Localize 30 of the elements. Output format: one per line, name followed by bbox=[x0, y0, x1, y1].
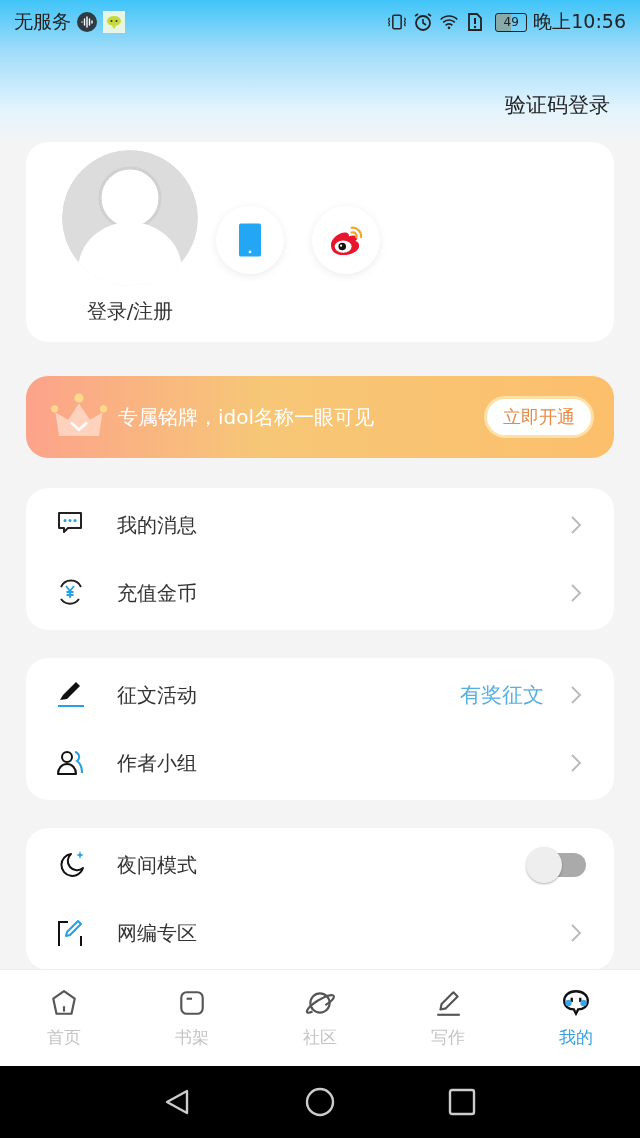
menu-item[interactable]: 我的消息 bbox=[26, 491, 614, 559]
recents-square-icon[interactable] bbox=[447, 1087, 477, 1117]
battery-indicator: 49 bbox=[495, 12, 528, 32]
login-register-link[interactable]: 登录/注册 bbox=[86, 298, 174, 325]
phone-icon bbox=[239, 223, 261, 257]
sms-login-link[interactable]: 验证码登录 bbox=[505, 91, 610, 119]
wifi-icon bbox=[439, 12, 460, 32]
menu-item[interactable]: 充值金币 bbox=[26, 559, 614, 627]
vibrate-icon bbox=[387, 12, 408, 32]
chevron-right-icon bbox=[570, 583, 582, 603]
carrier-text: 无服务 bbox=[14, 9, 71, 34]
toggle-switch[interactable] bbox=[524, 845, 588, 885]
home-icon bbox=[49, 987, 79, 1018]
menu-item[interactable]: 夜间模式 bbox=[26, 831, 614, 899]
chat-face-icon bbox=[561, 987, 591, 1018]
voice-wave-icon bbox=[77, 12, 97, 32]
chevron-right-icon bbox=[570, 515, 582, 535]
banner-text: 专属铭牌，idol名称一眼可见 bbox=[118, 403, 376, 431]
chevron-right-icon bbox=[570, 685, 582, 705]
clock-text: 晚上10:56 bbox=[533, 9, 626, 34]
pencil-icon bbox=[56, 680, 86, 710]
home-circle-icon[interactable] bbox=[305, 1087, 335, 1117]
chevron-right-icon bbox=[570, 923, 582, 943]
chevron-right-icon bbox=[570, 753, 582, 773]
menu-item[interactable]: 网编专区 bbox=[26, 899, 614, 967]
menu-item[interactable]: 征文活动 有奖征文 bbox=[26, 661, 614, 729]
app-icon bbox=[103, 11, 125, 33]
people-icon bbox=[56, 748, 86, 778]
menu-item[interactable]: 作者小组 bbox=[26, 729, 614, 797]
alarm-icon bbox=[413, 12, 434, 32]
